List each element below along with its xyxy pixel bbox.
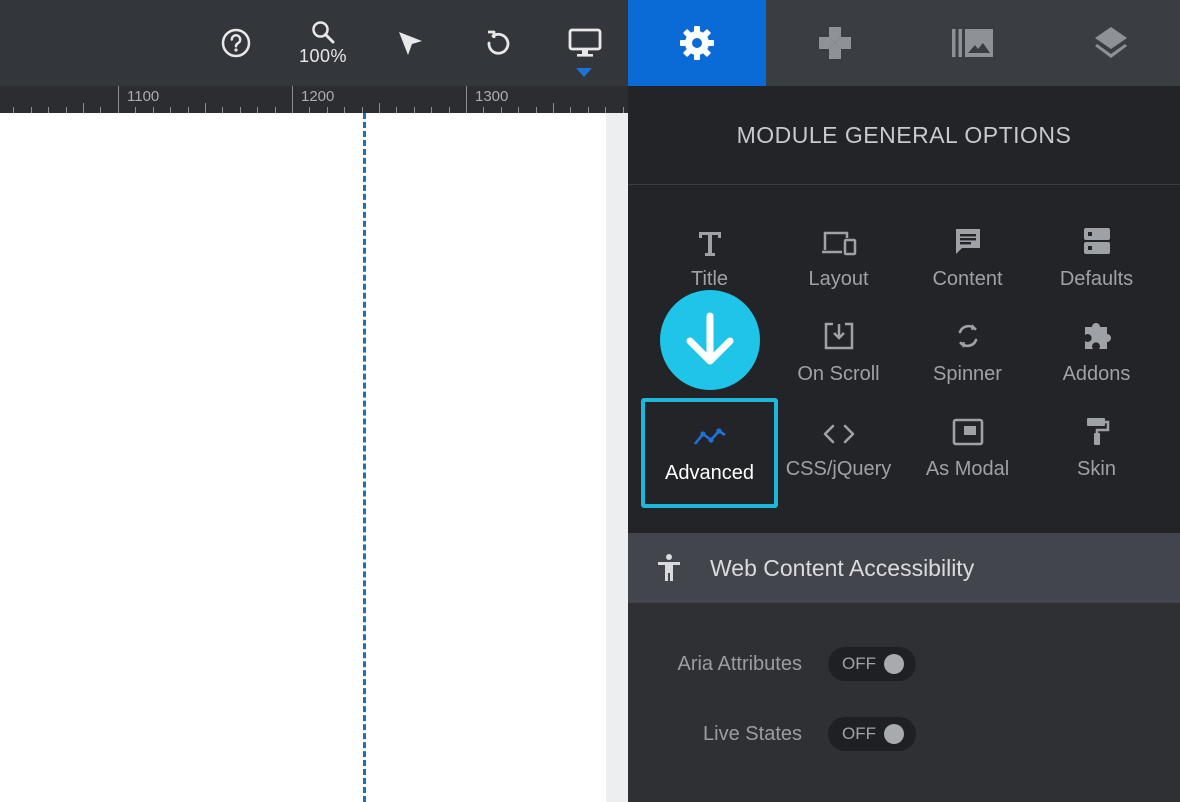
option-content[interactable]: Content bbox=[903, 216, 1032, 312]
tab-general-options[interactable] bbox=[628, 0, 766, 86]
option-label: Content bbox=[932, 268, 1003, 290]
gear-icon bbox=[680, 26, 714, 60]
undo-button[interactable] bbox=[476, 0, 520, 86]
section-title: Web Content Accessibility bbox=[710, 554, 975, 581]
desktop-icon bbox=[568, 28, 602, 57]
ruler-label: 1200 bbox=[301, 88, 335, 105]
scroll-download-icon bbox=[824, 322, 853, 350]
option-as-modal[interactable]: As Modal bbox=[903, 406, 1032, 502]
tab-layers[interactable] bbox=[1042, 0, 1180, 86]
title-icon bbox=[698, 232, 721, 256]
option-label: Advanced bbox=[665, 462, 754, 484]
modal-icon bbox=[952, 418, 983, 446]
option-label: Defaults bbox=[1059, 268, 1134, 290]
panel-tabs bbox=[628, 0, 1180, 86]
defaults-icon bbox=[1083, 228, 1110, 254]
zoom-level: 100% bbox=[298, 45, 348, 66]
section-accessibility-header[interactable]: Web Content Accessibility bbox=[628, 533, 1180, 603]
layers-icon bbox=[1095, 27, 1127, 58]
option-label: Layout bbox=[808, 268, 869, 290]
toggle-state: OFF bbox=[842, 724, 876, 743]
trend-icon bbox=[693, 428, 726, 445]
gamepad-icon bbox=[819, 27, 851, 59]
canvas-scrollbar[interactable] bbox=[606, 113, 628, 802]
toggle-knob bbox=[884, 654, 904, 674]
help-icon bbox=[221, 28, 251, 58]
zoom-icon bbox=[312, 20, 335, 43]
option-label: On Scroll bbox=[797, 363, 880, 385]
zoom-button[interactable]: 100% bbox=[290, 0, 356, 86]
live-states-label: Live States bbox=[703, 723, 802, 745]
option-advanced[interactable]: Advanced bbox=[641, 398, 778, 508]
option-layout[interactable]: Layout bbox=[774, 216, 903, 312]
accessibility-icon bbox=[658, 554, 680, 581]
tab-navigation[interactable] bbox=[766, 0, 904, 86]
arrow-down-icon bbox=[686, 312, 734, 365]
ruler-label: 1300 bbox=[475, 88, 509, 105]
aria-attributes-label: Aria Attributes bbox=[677, 653, 802, 675]
accessibility-options: Aria Attributes OFF Live States OFF bbox=[628, 603, 1180, 802]
option-label: As Modal bbox=[925, 458, 1010, 480]
option-label: CSS/jQuery bbox=[785, 458, 892, 480]
media-library-icon bbox=[952, 29, 993, 57]
puzzle-icon bbox=[1084, 323, 1111, 349]
option-css-jquery[interactable]: CSS/jQuery bbox=[774, 406, 903, 502]
option-skin[interactable]: Skin bbox=[1032, 406, 1161, 502]
option-defaults[interactable]: Defaults bbox=[1032, 216, 1161, 312]
option-label: Skin bbox=[1077, 458, 1116, 480]
tab-media-library[interactable] bbox=[904, 0, 1042, 86]
panel-title: MODULE GENERAL OPTIONS bbox=[628, 86, 1180, 185]
option-label: Spinner bbox=[933, 363, 1002, 385]
message-icon bbox=[955, 229, 980, 254]
option-row: Live States OFF bbox=[628, 715, 1180, 755]
option-row: Aria Attributes OFF bbox=[628, 645, 1180, 685]
active-device-indicator bbox=[576, 68, 592, 77]
download-badge bbox=[660, 290, 760, 390]
toggle-state: OFF bbox=[842, 654, 876, 673]
toggle-knob bbox=[884, 724, 904, 744]
option-label: Addons bbox=[1062, 363, 1131, 385]
horizontal-ruler: 1100 1200 1300 bbox=[0, 86, 628, 114]
code-icon bbox=[823, 424, 854, 444]
aria-attributes-toggle[interactable]: OFF bbox=[828, 647, 916, 681]
editor-toolbar: 100% bbox=[0, 0, 628, 86]
guide-line[interactable] bbox=[363, 113, 366, 802]
option-spinner[interactable]: Spinner bbox=[903, 311, 1032, 407]
paint-roller-icon bbox=[1086, 418, 1109, 445]
live-states-toggle[interactable]: OFF bbox=[828, 717, 916, 751]
ruler-label: 1100 bbox=[127, 88, 160, 105]
spinner-icon bbox=[958, 324, 977, 348]
option-addons[interactable]: Addons bbox=[1032, 311, 1161, 407]
devices-icon bbox=[821, 231, 856, 256]
editor-canvas[interactable] bbox=[0, 113, 606, 802]
select-tool-button[interactable] bbox=[388, 0, 432, 86]
help-button[interactable] bbox=[214, 0, 258, 86]
undo-icon bbox=[487, 30, 510, 55]
option-on-scroll[interactable]: On Scroll bbox=[774, 311, 903, 407]
option-label: Title bbox=[690, 268, 729, 290]
pointer-icon bbox=[399, 32, 422, 55]
